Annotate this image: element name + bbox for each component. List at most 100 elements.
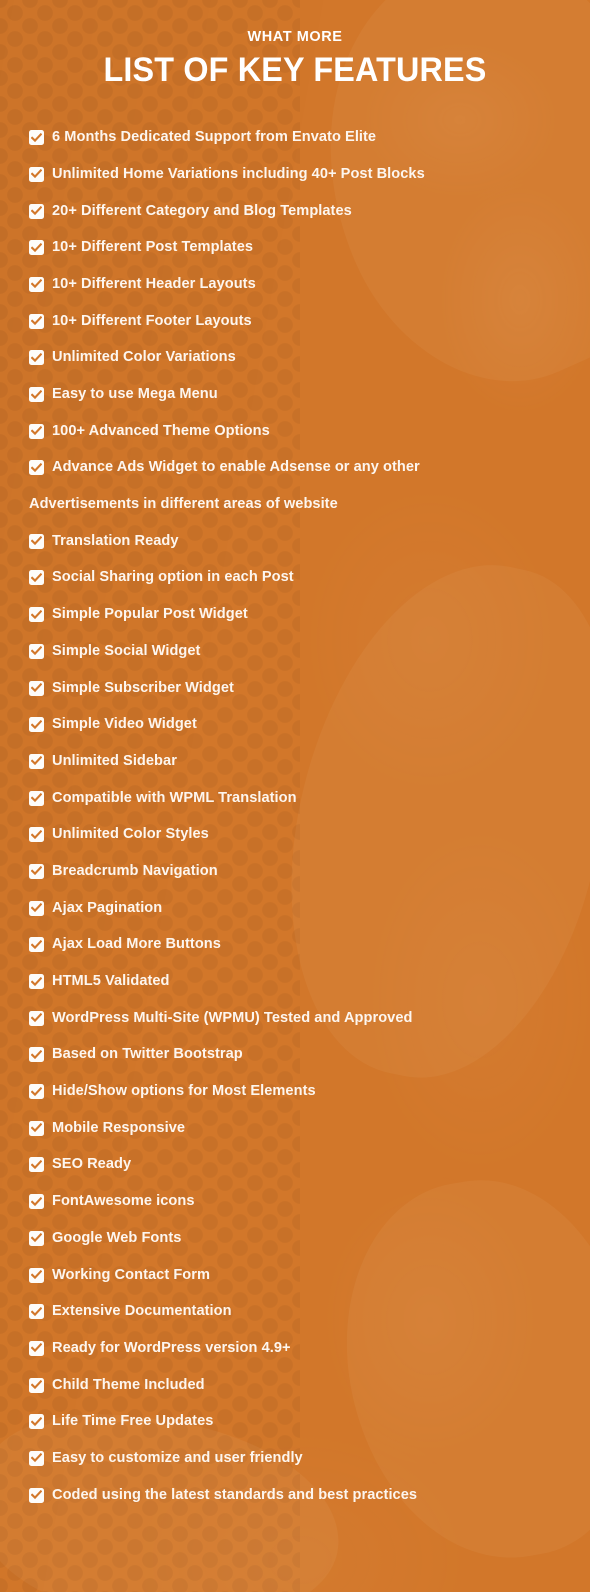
check-square-icon xyxy=(29,1084,44,1100)
feature-list-item: WordPress Multi-Site (WPMU) Tested and A… xyxy=(0,1009,590,1046)
check-square-icon xyxy=(29,423,44,439)
feature-label: Advance Ads Widget to enable Adsense or … xyxy=(52,459,420,476)
feature-label: Ajax Pagination xyxy=(52,899,163,916)
feature-list-item: Easy to customize and user friendly xyxy=(0,1449,590,1486)
feature-list-item: 6 Months Dedicated Support from Envato E… xyxy=(0,128,590,165)
feature-label: Simple Video Widget xyxy=(52,716,197,733)
check-square-icon xyxy=(29,1414,44,1430)
check-square-icon xyxy=(29,533,44,549)
feature-list-item: SEO Ready xyxy=(0,1155,590,1192)
feature-label: Breadcrumb Navigation xyxy=(52,862,218,879)
feature-label: Unlimited Color Variations xyxy=(52,349,236,366)
check-square-icon xyxy=(29,1340,44,1356)
feature-list: 6 Months Dedicated Support from Envato E… xyxy=(0,88,590,1522)
feature-label: Child Theme Included xyxy=(52,1376,205,1393)
check-square-icon xyxy=(29,570,44,586)
feature-label: Compatible with WPML Translation xyxy=(52,789,297,806)
feature-list-item: Advance Ads Widget to enable Adsense or … xyxy=(0,458,590,495)
check-square-icon xyxy=(29,753,44,769)
check-square-icon xyxy=(29,863,44,879)
feature-label: 10+ Different Footer Layouts xyxy=(52,312,252,329)
feature-list-item: Simple Subscriber Widget xyxy=(0,679,590,716)
feature-label: 20+ Different Category and Blog Template… xyxy=(52,202,352,219)
feature-label: 6 Months Dedicated Support from Envato E… xyxy=(52,129,377,146)
feature-label: Coded using the latest standards and bes… xyxy=(52,1486,418,1503)
check-square-icon xyxy=(29,350,44,366)
feature-label: 10+ Different Header Layouts xyxy=(52,275,256,292)
check-square-icon xyxy=(29,1120,44,1136)
feature-list-item: Social Sharing option in each Post xyxy=(0,568,590,605)
feature-label: Unlimited Color Styles xyxy=(52,826,209,843)
check-square-icon xyxy=(29,1450,44,1466)
feature-list-item: 10+ Different Footer Layouts xyxy=(0,312,590,349)
feature-list-item: Translation Ready xyxy=(0,532,590,569)
check-square-icon xyxy=(29,1377,44,1393)
feature-list-item: Extensive Documentation xyxy=(0,1302,590,1339)
feature-list-item: Simple Video Widget xyxy=(0,715,590,752)
feature-label: Simple Social Widget xyxy=(52,642,201,659)
feature-label: Working Contact Form xyxy=(52,1266,211,1283)
feature-label: Ready for WordPress version 4.9+ xyxy=(52,1339,291,1356)
check-square-icon xyxy=(29,130,44,146)
feature-list-item: Ajax Load More Buttons xyxy=(0,935,590,972)
check-square-icon xyxy=(29,240,44,256)
check-square-icon xyxy=(29,1157,44,1173)
feature-label: SEO Ready xyxy=(52,1156,132,1173)
feature-list-item: FontAwesome icons xyxy=(0,1192,590,1229)
feature-label: Based on Twitter Bootstrap xyxy=(52,1046,243,1063)
check-square-icon xyxy=(29,937,44,953)
feature-label: Google Web Fonts xyxy=(52,1229,182,1246)
check-square-icon xyxy=(29,827,44,843)
feature-label: Translation Ready xyxy=(52,532,179,549)
feature-list-item: Child Theme Included xyxy=(0,1376,590,1413)
feature-list-item: Simple Popular Post Widget xyxy=(0,605,590,642)
feature-label: Advertisements in different areas of web… xyxy=(29,496,338,513)
check-square-icon xyxy=(29,974,44,990)
feature-list-item: Breadcrumb Navigation xyxy=(0,862,590,899)
check-square-icon xyxy=(29,790,44,806)
feature-label: Hide/Show options for Most Elements xyxy=(52,1083,316,1100)
feature-label: Extensive Documentation xyxy=(52,1303,232,1320)
feature-label: Unlimited Home Variations including 40+ … xyxy=(52,165,425,182)
feature-label: HTML5 Validated xyxy=(52,973,170,990)
section-header: WHAT MORE LIST OF KEY FEATURES xyxy=(0,0,590,88)
check-square-icon xyxy=(29,460,44,476)
check-square-icon xyxy=(29,717,44,733)
check-square-icon xyxy=(29,1047,44,1063)
check-square-icon xyxy=(29,1194,44,1210)
feature-list-item: Based on Twitter Bootstrap xyxy=(0,1045,590,1082)
feature-label: Social Sharing option in each Post xyxy=(52,569,294,586)
feature-label: Easy to customize and user friendly xyxy=(52,1449,303,1466)
feature-label: 100+ Advanced Theme Options xyxy=(52,422,270,439)
check-square-icon xyxy=(29,1304,44,1320)
feature-list-item: Hide/Show options for Most Elements xyxy=(0,1082,590,1119)
feature-label: Ajax Load More Buttons xyxy=(52,936,221,953)
feature-list-item: Ready for WordPress version 4.9+ xyxy=(0,1339,590,1376)
check-square-icon xyxy=(29,203,44,219)
feature-list-item: 100+ Advanced Theme Options xyxy=(0,422,590,459)
feature-list-item: Simple Social Widget xyxy=(0,642,590,679)
section-eyebrow: WHAT MORE xyxy=(247,29,343,45)
check-square-icon xyxy=(29,680,44,696)
check-square-icon xyxy=(29,1267,44,1283)
feature-label: Simple Subscriber Widget xyxy=(52,679,234,696)
check-square-icon xyxy=(29,1230,44,1246)
key-features-panel: WHAT MORE LIST OF KEY FEATURES 6 Months … xyxy=(0,0,590,1592)
feature-label: 10+ Different Post Templates xyxy=(52,239,254,256)
feature-label: Easy to use Mega Menu xyxy=(52,386,218,403)
feature-list-item: Mobile Responsive xyxy=(0,1119,590,1156)
feature-list-item: Life Time Free Updates xyxy=(0,1412,590,1449)
feature-list-item: 10+ Different Header Layouts xyxy=(0,275,590,312)
feature-label: WordPress Multi-Site (WPMU) Tested and A… xyxy=(52,1009,413,1026)
feature-list-item: Unlimited Color Variations xyxy=(0,348,590,385)
feature-list-item: Compatible with WPML Translation xyxy=(0,789,590,826)
check-square-icon xyxy=(29,900,44,916)
feature-list-item: Unlimited Sidebar xyxy=(0,752,590,789)
feature-label: Simple Popular Post Widget xyxy=(52,606,248,623)
feature-list-item: 10+ Different Post Templates xyxy=(0,238,590,275)
feature-label: Unlimited Sidebar xyxy=(52,752,177,769)
feature-list-item: Google Web Fonts xyxy=(0,1229,590,1266)
page-title: LIST OF KEY FEATURES xyxy=(103,50,487,89)
check-square-icon xyxy=(29,387,44,403)
check-square-icon xyxy=(29,313,44,329)
